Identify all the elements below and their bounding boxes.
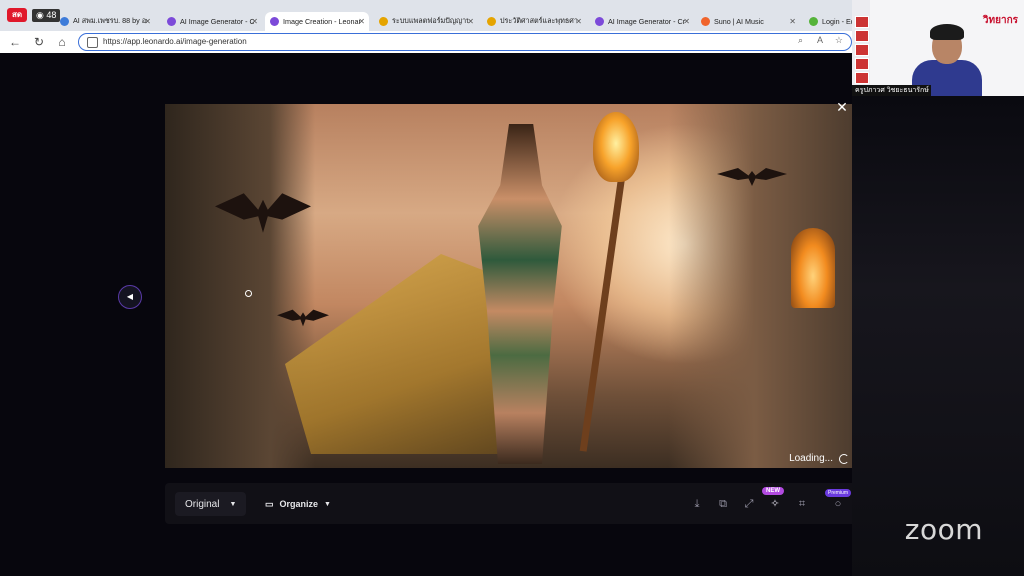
site-info-icon[interactable] bbox=[87, 37, 98, 48]
chevron-left-icon: ◀ bbox=[126, 292, 134, 301]
favorite-star-icon[interactable]: ☆ bbox=[835, 35, 843, 46]
tab-label: AI Image Generator - Crea bbox=[180, 17, 255, 26]
back-arrow-icon[interactable]: ← bbox=[7, 34, 23, 50]
expand-icon[interactable]: ⤢ bbox=[740, 495, 758, 513]
browser-tab[interactable]: Suno | AI Music ✕ bbox=[696, 12, 800, 31]
tab-favicon-icon bbox=[379, 17, 388, 26]
live-badge: สด bbox=[7, 8, 27, 22]
image-shrine bbox=[791, 228, 835, 308]
generated-image: Loading... bbox=[165, 104, 859, 468]
image-viewer-modal: Loading... ✕ Original ▼ ▭ Organize ▼ ⤓ ⧉… bbox=[165, 98, 859, 524]
tab-close-icon[interactable]: ✕ bbox=[575, 17, 582, 26]
tab-close-icon[interactable]: ✕ bbox=[683, 17, 690, 26]
tab-label: ระบบแพลตฟอร์มปัญญาประดิษฐ์ bbox=[392, 16, 470, 25]
tab-favicon-icon bbox=[167, 17, 176, 26]
zoom-logo: zoom bbox=[904, 513, 983, 546]
browser-tab[interactable]: Login - Edca bbox=[804, 12, 852, 31]
eye-icon: ◉ bbox=[36, 10, 44, 20]
slide-thumbnail bbox=[855, 58, 869, 70]
zoom-side-panel: zoom bbox=[852, 96, 1024, 576]
close-icon[interactable]: ✕ bbox=[833, 98, 851, 116]
zoom-lens-icon[interactable]: ⌕ bbox=[798, 35, 803, 46]
premium-tool-icon[interactable]: ○ bbox=[829, 495, 847, 513]
tab-close-icon[interactable]: ✕ bbox=[251, 17, 258, 26]
loading-indicator: Loading... bbox=[789, 453, 849, 464]
caret-down-icon: ▼ bbox=[324, 500, 331, 508]
tab-close-icon[interactable]: ✕ bbox=[144, 17, 151, 26]
tab-close-icon[interactable]: ✕ bbox=[467, 17, 474, 26]
crop-icon[interactable]: ⌗ bbox=[793, 495, 811, 513]
loading-text: Loading... bbox=[789, 453, 833, 464]
image-staff bbox=[579, 163, 627, 452]
browser-tab[interactable]: ระบบแพลตฟอร์มปัญญาประดิษฐ์ ✕ bbox=[374, 12, 478, 31]
home-icon[interactable]: ⌂ bbox=[54, 34, 70, 50]
tab-favicon-icon bbox=[809, 17, 818, 26]
slide-thumbnail bbox=[855, 30, 869, 42]
previous-image-button[interactable]: ◀ bbox=[119, 286, 141, 308]
premium-badge: Premium bbox=[825, 489, 852, 497]
tab-favicon-icon bbox=[595, 17, 604, 26]
tab-favicon-icon bbox=[270, 17, 279, 26]
image-staff-head bbox=[593, 112, 639, 182]
tab-close-icon[interactable]: ✕ bbox=[358, 17, 365, 26]
original-dropdown[interactable]: Original ▼ bbox=[175, 492, 247, 516]
tab-close-icon[interactable]: ✕ bbox=[789, 17, 796, 26]
presenter-name-caption: ครูปภาวศ วิชยะธนารักษ์ bbox=[852, 85, 931, 96]
tab-favicon-icon bbox=[701, 17, 710, 26]
browser-tab[interactable]: AI สพม.เพชรบ. 88 by อดีตครู ✕ bbox=[55, 12, 155, 31]
read-aloud-icon[interactable]: A bbox=[817, 35, 823, 45]
new-badge: NEW bbox=[762, 487, 784, 495]
presenter-webcam: วิทยากร ครูปภาวศ วิชยะธนารักษ์ bbox=[852, 0, 1024, 96]
slide-thumbnail bbox=[855, 72, 869, 84]
folder-icon: ▭ bbox=[265, 498, 274, 509]
download-icon[interactable]: ⤓ bbox=[688, 495, 706, 513]
tab-label: ประวัติศาสตร์และพุทธศาสนา bbox=[500, 16, 578, 25]
webcam-brand-text: วิทยากร bbox=[982, 15, 1018, 26]
reload-icon[interactable]: ↻ bbox=[31, 34, 47, 50]
organize-dropdown[interactable]: ▭ Organize ▼ bbox=[257, 492, 339, 516]
tab-label: AI สพม.เพชรบ. 88 by อดีตครู bbox=[73, 16, 147, 25]
tab-favicon-icon bbox=[487, 17, 496, 26]
url-text: https://app.leonardo.ai/image-generation bbox=[103, 37, 247, 46]
caret-down-icon: ▼ bbox=[229, 500, 237, 508]
slide-thumbnail bbox=[855, 44, 869, 56]
browser-tab[interactable]: AI Image Generator - Crea ✕ bbox=[162, 12, 262, 31]
slide-thumbnail bbox=[855, 16, 869, 28]
browser-tab[interactable]: AI Image Generator - Crea ✕ bbox=[590, 12, 694, 31]
organize-label: Organize bbox=[279, 499, 319, 509]
magic-edit-icon[interactable]: ✧ bbox=[766, 495, 784, 513]
mouse-cursor bbox=[245, 290, 252, 297]
spinner-icon bbox=[839, 453, 849, 464]
image-rock-left bbox=[165, 104, 315, 468]
address-bar[interactable]: https://app.leonardo.ai/image-generation… bbox=[78, 33, 852, 51]
tab-label: Image Creation - Leonardo bbox=[283, 17, 361, 26]
tab-favicon-icon bbox=[60, 17, 69, 26]
image-action-bar: Original ▼ ▭ Organize ▼ ⤓ ⧉ ⤢ ✧ NEW ⌗ ○ … bbox=[165, 483, 859, 524]
browser-tab[interactable]: ประวัติศาสตร์และพุทธศาสนา ✕ bbox=[482, 12, 586, 31]
original-label: Original bbox=[185, 498, 220, 510]
browser-toolbar: ← ↻ ⌂ https://app.leonardo.ai/image-gene… bbox=[0, 31, 852, 53]
browser-tab-active[interactable]: Image Creation - Leonardo ✕ bbox=[265, 12, 369, 31]
presenter-hair bbox=[930, 24, 964, 40]
tab-label: AI Image Generator - Crea bbox=[608, 17, 686, 26]
copy-icon[interactable]: ⧉ bbox=[714, 495, 732, 513]
tab-label: Suno | AI Music bbox=[714, 17, 764, 26]
tab-label: Login - Edca bbox=[822, 17, 852, 26]
